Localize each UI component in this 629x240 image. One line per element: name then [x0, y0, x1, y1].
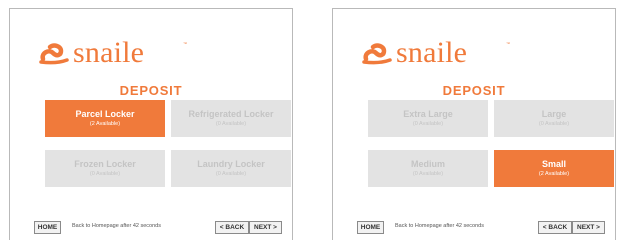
- tile-label: Extra Large: [403, 108, 453, 119]
- home-button[interactable]: HOME: [34, 221, 61, 234]
- tile-availability: (0 Available): [538, 120, 570, 127]
- tile-extra-large[interactable]: Extra Large (0 Available): [368, 100, 488, 137]
- tile-medium[interactable]: Medium (0 Available): [368, 150, 488, 187]
- tile-label: Parcel Locker: [75, 108, 135, 119]
- footer-bar: HOME Back to Homepage after 42 seconds <…: [357, 221, 605, 236]
- next-button[interactable]: NEXT >: [572, 221, 605, 234]
- footer-bar: HOME Back to Homepage after 42 seconds <…: [34, 221, 282, 236]
- tile-availability: (0 Available): [412, 170, 444, 177]
- kiosk-screen-locker-size: snaile ™ DEPOSIT Extra Large (0 Availabl…: [332, 8, 616, 240]
- trademark: ™: [183, 41, 187, 46]
- trademark: ™: [506, 41, 510, 46]
- tile-availability: (2 Available): [538, 170, 570, 177]
- timeout-note: Back to Homepage after 42 seconds: [395, 223, 484, 229]
- tile-availability: (2 Available): [89, 120, 121, 127]
- next-button[interactable]: NEXT >: [249, 221, 282, 234]
- page-title: DEPOSIT: [442, 83, 506, 98]
- back-button[interactable]: < BACK: [215, 221, 249, 234]
- tile-refrigerated-locker[interactable]: Refrigerated Locker (0 Available): [171, 100, 291, 137]
- tile-label: Frozen Locker: [74, 158, 136, 169]
- tile-label: Refrigerated Locker: [188, 108, 274, 119]
- tile-label: Large: [541, 108, 567, 119]
- tile-availability: (0 Available): [89, 170, 121, 177]
- tile-frozen-locker[interactable]: Frozen Locker (0 Available): [45, 150, 165, 187]
- snaile-logo: snaile ™: [362, 36, 510, 69]
- brand-name: snaile: [73, 36, 145, 69]
- tile-availability: (0 Available): [412, 120, 444, 127]
- snail-logo-icon: [362, 43, 392, 65]
- tile-laundry-locker[interactable]: Laundry Locker (0 Available): [171, 150, 291, 187]
- tile-availability: (0 Available): [215, 170, 247, 177]
- tile-label: Laundry Locker: [197, 158, 265, 169]
- tile-large[interactable]: Large (0 Available): [494, 100, 614, 137]
- tile-parcel-locker[interactable]: Parcel Locker (2 Available): [45, 100, 165, 137]
- tile-label: Small: [541, 158, 566, 169]
- tile-small[interactable]: Small (2 Available): [494, 150, 614, 187]
- tile-availability: (0 Available): [215, 120, 247, 127]
- page-title: DEPOSIT: [119, 83, 183, 98]
- snail-logo-icon: [39, 43, 69, 65]
- timeout-note: Back to Homepage after 42 seconds: [72, 223, 161, 229]
- brand-name: snaile: [396, 36, 468, 69]
- kiosk-screen-locker-type: snaile ™ DEPOSIT Parcel Locker (2 Availa…: [9, 8, 293, 240]
- back-button[interactable]: < BACK: [538, 221, 572, 234]
- home-button[interactable]: HOME: [357, 221, 384, 234]
- snaile-logo: snaile ™: [39, 36, 187, 69]
- tile-label: Medium: [410, 158, 445, 169]
